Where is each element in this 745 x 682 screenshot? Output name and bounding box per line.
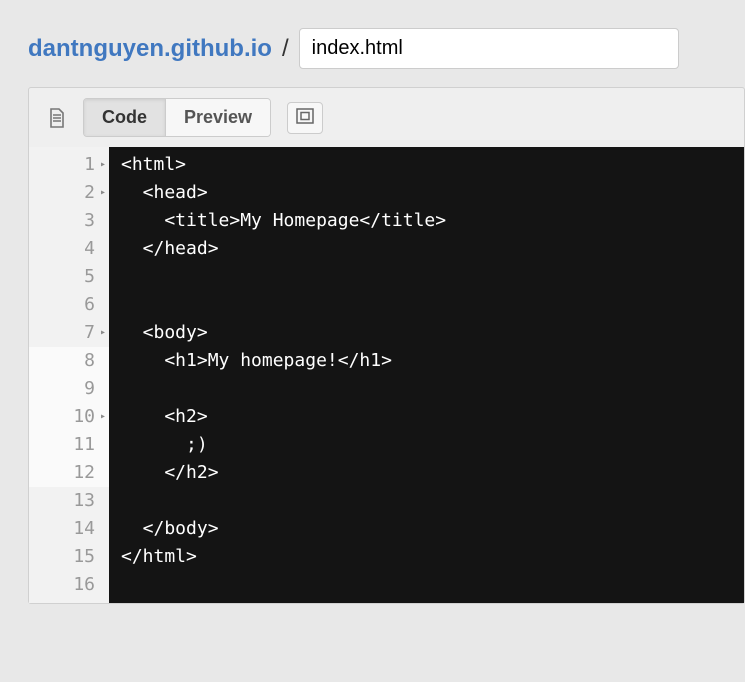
code-line[interactable]: </html> [109, 543, 744, 571]
code-line[interactable] [109, 487, 744, 515]
filename-input[interactable] [299, 28, 679, 69]
path-separator: / [282, 35, 289, 63]
code-line[interactable]: </h2> [109, 459, 744, 487]
code-body[interactable]: <html> <head> <title>My Homepage</title>… [109, 147, 744, 603]
code-line[interactable]: <head> [109, 179, 744, 207]
tab-group: Code Preview [83, 98, 271, 137]
fold-toggle-icon[interactable]: ▸ [100, 179, 106, 207]
line-number: 9 [29, 375, 109, 403]
code-line[interactable]: <h2> [109, 403, 744, 431]
line-number: 13 [29, 487, 109, 515]
line-number: 15 [29, 543, 109, 571]
line-number: 7▸ [29, 319, 109, 347]
fullscreen-icon [296, 108, 314, 127]
fold-toggle-icon[interactable]: ▸ [100, 151, 106, 179]
code-line[interactable]: <h1>My homepage!</h1> [109, 347, 744, 375]
line-number: 1▸ [29, 151, 109, 179]
line-number: 4 [29, 235, 109, 263]
code-line[interactable]: <body> [109, 319, 744, 347]
editor-panel: Code Preview 1▸2▸34567▸8910▸111213141516… [28, 87, 745, 604]
code-line[interactable] [109, 571, 744, 599]
line-number: 12 [29, 459, 109, 487]
code-line[interactable]: </body> [109, 515, 744, 543]
line-number: 10▸ [29, 403, 109, 431]
fullscreen-button[interactable] [287, 102, 323, 134]
fold-toggle-icon[interactable]: ▸ [100, 319, 106, 347]
code-line[interactable]: </head> [109, 235, 744, 263]
breadcrumb: dantnguyen.github.io / [28, 28, 745, 69]
line-number: 16 [29, 571, 109, 599]
line-number: 11 [29, 431, 109, 459]
code-line[interactable]: ;) [109, 431, 744, 459]
line-number: 3 [29, 207, 109, 235]
code-line[interactable]: <title>My Homepage</title> [109, 207, 744, 235]
repo-link[interactable]: dantnguyen.github.io [28, 35, 272, 63]
code-line[interactable] [109, 291, 744, 319]
fold-toggle-icon[interactable]: ▸ [100, 403, 106, 431]
line-number: 2▸ [29, 179, 109, 207]
tab-code[interactable]: Code [84, 99, 165, 136]
line-number: 8 [29, 347, 109, 375]
line-number: 5 [29, 263, 109, 291]
line-number: 14 [29, 515, 109, 543]
code-line[interactable] [109, 263, 744, 291]
code-line[interactable]: <html> [109, 151, 744, 179]
tab-preview[interactable]: Preview [165, 99, 270, 136]
code-editor[interactable]: 1▸2▸34567▸8910▸111213141516 <html> <head… [29, 147, 744, 603]
code-line[interactable] [109, 375, 744, 403]
editor-toolbar: Code Preview [29, 88, 744, 147]
line-number: 6 [29, 291, 109, 319]
document-icon [41, 102, 73, 134]
line-gutter: 1▸2▸34567▸8910▸111213141516 [29, 147, 109, 603]
